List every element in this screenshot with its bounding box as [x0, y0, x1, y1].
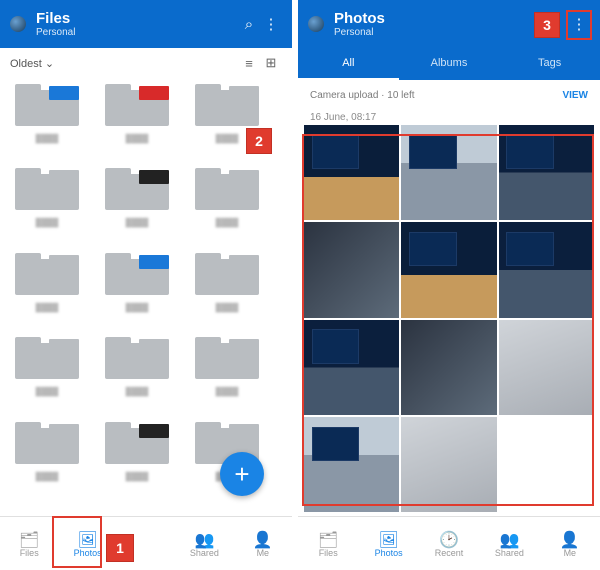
nav-label: Me — [257, 548, 270, 558]
folder-item[interactable]: ████ — [188, 166, 266, 244]
folder-item[interactable]: ████ — [8, 251, 86, 329]
files-pane: Files Personal ⌕ ⋮ Oldest ⌄ ≡ ⊞ ████████… — [0, 0, 292, 570]
tab-albums[interactable]: Albums — [399, 48, 500, 80]
folder-item[interactable]: ████ — [98, 82, 176, 160]
sort-bar: Oldest ⌄ ≡ ⊞ — [0, 48, 292, 78]
recent-icon: 🕑 — [439, 530, 459, 548]
folder-item[interactable]: ████ — [98, 166, 176, 244]
nav-photos[interactable]: 🖼Photos — [358, 517, 418, 570]
folder-icon — [11, 420, 83, 468]
files-header: Files Personal ⌕ ⋮ — [0, 0, 292, 48]
folder-item[interactable]: ████ — [98, 251, 176, 329]
bottom-nav-right: 🗂Files🖼Photos🕑Recent👥Shared👤Me — [298, 516, 600, 570]
folder-icon — [101, 335, 173, 383]
shared-icon: 👥 — [499, 530, 519, 548]
nav-label: Photos — [375, 548, 403, 558]
date-header: 16 June, 08:17 — [298, 110, 600, 125]
photos-icon: 🖼 — [378, 530, 398, 548]
chevron-down-icon: ⌄ — [45, 58, 54, 70]
sort-icon[interactable]: ≡ — [238, 56, 260, 71]
nav-label: Me — [564, 548, 577, 558]
search-icon[interactable]: ⌕ — [238, 16, 260, 33]
nav-recent[interactable]: 🕑Recent — [419, 517, 479, 570]
folder-icon — [11, 251, 83, 299]
folder-icon — [11, 166, 83, 214]
folder-icon — [101, 420, 173, 468]
annotation-box-3 — [566, 10, 592, 40]
view-grid-icon[interactable]: ⊞ — [260, 55, 282, 71]
callout-2: 2 — [246, 128, 272, 154]
folder-icon — [191, 251, 263, 299]
folder-icon — [101, 166, 173, 214]
callout-1: 1 — [106, 534, 134, 562]
annotation-box-grid — [302, 134, 594, 506]
folder-icon — [101, 251, 173, 299]
folder-item[interactable]: ████ — [8, 420, 86, 498]
upload-banner: Camera upload · 10 left VIEW — [298, 80, 600, 110]
tab-tags[interactable]: Tags — [499, 48, 600, 80]
nav-shared[interactable]: 👥Shared — [175, 517, 233, 570]
upload-view-link[interactable]: VIEW — [562, 90, 588, 101]
nav-label: Shared — [190, 548, 219, 558]
me-icon: 👤 — [253, 530, 273, 548]
folder-icon — [11, 82, 83, 130]
header-subtitle: Personal — [36, 27, 238, 38]
me-icon: 👤 — [560, 530, 580, 548]
nav-me[interactable]: 👤Me — [540, 517, 600, 570]
nav-files[interactable]: 🗂Files — [0, 517, 58, 570]
header-title: Files — [36, 10, 238, 27]
folder-item[interactable]: ████ — [98, 335, 176, 413]
folder-item[interactable]: ████ — [8, 335, 86, 413]
bottom-nav-left: 🗂Files🖼Photos👥Shared👤Me — [0, 516, 292, 570]
annotation-box-1 — [52, 516, 102, 568]
nav-label: Files — [20, 548, 39, 558]
shared-icon: 👥 — [194, 530, 214, 548]
header-title: Photos — [334, 10, 546, 27]
menu-icon[interactable] — [10, 16, 26, 32]
nav-label: Files — [319, 548, 338, 558]
folder-icon — [191, 166, 263, 214]
folder-item[interactable]: ████ — [98, 420, 176, 498]
nav-files[interactable]: 🗂Files — [298, 517, 358, 570]
folder-item[interactable]: ████ — [8, 82, 86, 160]
add-fab[interactable]: + — [220, 452, 264, 496]
header-subtitle: Personal — [334, 27, 546, 38]
folder-icon — [191, 82, 263, 130]
upload-text: Camera upload · 10 left — [310, 90, 415, 101]
files-icon: 🗂 — [19, 530, 39, 548]
photos-tabs: AllAlbumsTags — [298, 48, 600, 80]
nav-shared[interactable]: 👥Shared — [479, 517, 539, 570]
folder-item[interactable]: ████ — [188, 335, 266, 413]
folder-icon — [11, 335, 83, 383]
more-icon[interactable]: ⋮ — [260, 15, 282, 33]
nav-me[interactable]: 👤Me — [234, 517, 292, 570]
menu-icon[interactable] — [308, 16, 324, 32]
files-icon: 🗂 — [318, 530, 338, 548]
tab-all[interactable]: All — [298, 48, 399, 80]
sort-dropdown[interactable]: Oldest ⌄ — [10, 57, 54, 70]
folder-icon — [191, 335, 263, 383]
callout-3: 3 — [534, 12, 560, 38]
folder-icon — [101, 82, 173, 130]
folder-item[interactable]: ████ — [8, 166, 86, 244]
nav-label: Shared — [495, 548, 524, 558]
nav-label: Recent — [435, 548, 464, 558]
folder-item[interactable]: ████ — [188, 251, 266, 329]
